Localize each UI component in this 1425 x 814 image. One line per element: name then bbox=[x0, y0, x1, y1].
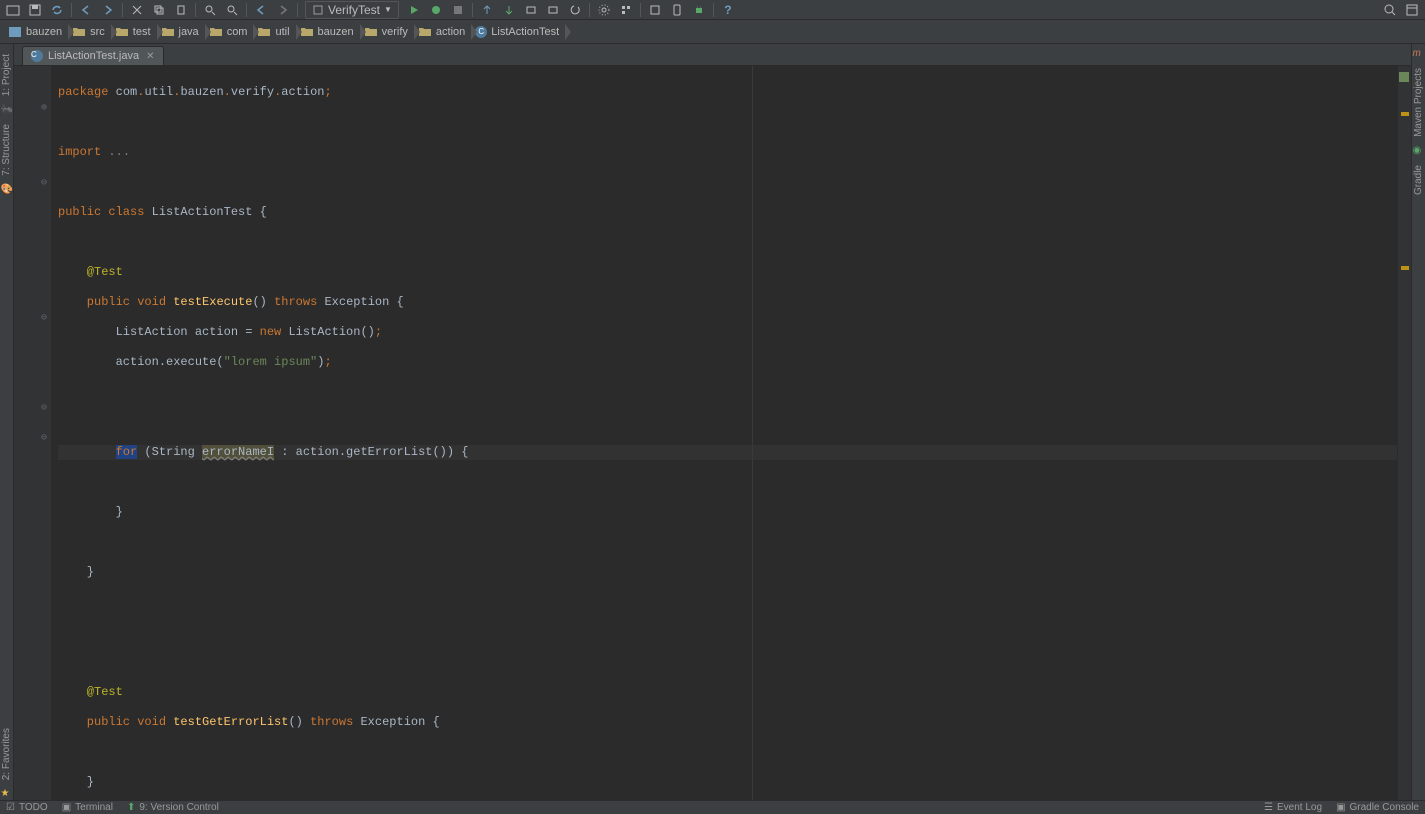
breadcrumb-item[interactable]: CListActionTest bbox=[471, 20, 565, 44]
chevron-down-icon: ▼ bbox=[384, 5, 392, 14]
eventlog-icon: ☰ bbox=[1264, 802, 1273, 813]
error-stripe[interactable] bbox=[1397, 66, 1411, 800]
terminal-tool-button[interactable]: ▣Terminal bbox=[62, 802, 113, 813]
class-icon: C bbox=[31, 50, 43, 62]
maven-tool-tab[interactable]: Maven Projects bbox=[1413, 62, 1424, 143]
layout-icon[interactable] bbox=[1401, 0, 1423, 20]
right-margin-line bbox=[752, 66, 753, 800]
forward-icon[interactable] bbox=[272, 0, 294, 20]
editor-tab[interactable]: C ListActionTest.java ✕ bbox=[22, 46, 164, 65]
ant-icon[interactable]: 🐜 bbox=[1, 104, 13, 116]
breadcrumb-label: src bbox=[90, 26, 105, 38]
debug-icon[interactable] bbox=[425, 0, 447, 20]
coverage-icon[interactable] bbox=[447, 0, 469, 20]
left-tool-strip: 1: Project 🐜 7: Structure 🎨 2: Favorites… bbox=[0, 44, 14, 800]
open-icon[interactable] bbox=[2, 0, 24, 20]
project-structure-icon[interactable] bbox=[615, 0, 637, 20]
warning-marker[interactable] bbox=[1401, 112, 1409, 116]
breadcrumb-item[interactable]: src bbox=[68, 20, 111, 44]
paste-icon[interactable] bbox=[170, 0, 192, 20]
search-everywhere-icon[interactable] bbox=[1379, 0, 1401, 20]
folder-icon bbox=[209, 25, 223, 39]
close-icon[interactable]: ✕ bbox=[146, 51, 154, 62]
copy-icon[interactable] bbox=[148, 0, 170, 20]
breadcrumb-item[interactable]: verify bbox=[360, 20, 414, 44]
breadcrumb-item[interactable]: bauzen bbox=[4, 20, 68, 44]
palette-icon[interactable]: 🎨 bbox=[1, 184, 13, 196]
folder-icon bbox=[115, 25, 129, 39]
gradle-tool-tab[interactable]: Gradle bbox=[1413, 159, 1424, 201]
android-icon[interactable] bbox=[688, 0, 710, 20]
gradle-console-icon: ▣ bbox=[1336, 802, 1345, 813]
breadcrumb-label: java bbox=[179, 26, 199, 38]
avd-icon[interactable] bbox=[666, 0, 688, 20]
breadcrumb-bar: bauzen src test java com util bauzen verify acti… bbox=[0, 20, 1425, 44]
gradle-console-button[interactable]: ▣Gradle Console bbox=[1336, 802, 1419, 813]
folder-icon bbox=[161, 25, 175, 39]
run-icon[interactable] bbox=[403, 0, 425, 20]
sdk-icon[interactable] bbox=[644, 0, 666, 20]
folder-icon bbox=[300, 25, 314, 39]
vcs-commit-icon[interactable] bbox=[498, 0, 520, 20]
structure-tool-tab[interactable]: 7: Structure bbox=[1, 118, 12, 182]
project-tool-tab[interactable]: 1: Project bbox=[1, 48, 12, 102]
todo-icon: ☑ bbox=[6, 802, 15, 813]
vcs-rollback-icon[interactable] bbox=[564, 0, 586, 20]
favorites-tool-tab[interactable]: 2: Favorites bbox=[1, 722, 12, 786]
module-icon bbox=[8, 25, 22, 39]
undo-icon[interactable] bbox=[75, 0, 97, 20]
vcs-update-icon[interactable] bbox=[476, 0, 498, 20]
tab-label: ListActionTest.java bbox=[48, 50, 139, 62]
folder-icon bbox=[364, 25, 378, 39]
run-config-selector[interactable]: VerifyTest ▼ bbox=[305, 1, 399, 19]
todo-tool-button[interactable]: ☑TODO bbox=[6, 802, 48, 813]
folder-icon bbox=[72, 25, 86, 39]
main-toolbar: VerifyTest ▼ ? bbox=[0, 0, 1425, 20]
vcs-history-icon[interactable] bbox=[520, 0, 542, 20]
folder-icon bbox=[418, 25, 432, 39]
breadcrumb-label: util bbox=[275, 26, 289, 38]
inspection-ok-icon bbox=[1399, 72, 1409, 82]
star-icon[interactable]: ★ bbox=[1, 788, 13, 800]
breadcrumb-label: bauzen bbox=[26, 26, 62, 38]
save-icon[interactable] bbox=[24, 0, 46, 20]
bottom-tool-bar: ☑TODO ▣Terminal ⬆9: Version Control ☰Eve… bbox=[0, 800, 1425, 814]
vcs-tool-button[interactable]: ⬆9: Version Control bbox=[127, 802, 219, 813]
breadcrumb-item[interactable]: util bbox=[253, 20, 295, 44]
breadcrumb-item[interactable]: action bbox=[414, 20, 471, 44]
breadcrumb-label: action bbox=[436, 26, 465, 38]
gutter: ⊕ ⊖ ⊖ ⊖ ⊖ bbox=[14, 66, 52, 800]
vcs-revert-icon[interactable] bbox=[542, 0, 564, 20]
find-icon[interactable] bbox=[199, 0, 221, 20]
gradle-icon[interactable]: ◉ bbox=[1413, 145, 1425, 157]
replace-icon[interactable] bbox=[221, 0, 243, 20]
breadcrumb-label: test bbox=[133, 26, 151, 38]
vcs-icon: ⬆ bbox=[127, 802, 135, 813]
code-editor[interactable]: ⊕ ⊖ ⊖ ⊖ ⊖ package com.util.bauzen.verify… bbox=[14, 66, 1411, 800]
cut-icon[interactable] bbox=[126, 0, 148, 20]
breadcrumb-label: verify bbox=[382, 26, 408, 38]
sync-icon[interactable] bbox=[46, 0, 68, 20]
breadcrumb-item[interactable]: com bbox=[205, 20, 254, 44]
help-icon[interactable]: ? bbox=[717, 0, 739, 20]
back-icon[interactable] bbox=[250, 0, 272, 20]
terminal-icon: ▣ bbox=[62, 802, 71, 813]
run-config-label: VerifyTest bbox=[328, 3, 380, 17]
breadcrumb-label: bauzen bbox=[318, 26, 354, 38]
warning-marker[interactable] bbox=[1401, 266, 1409, 270]
settings-icon[interactable] bbox=[593, 0, 615, 20]
breadcrumb-label: ListActionTest bbox=[491, 26, 559, 38]
editor-tabs: C ListActionTest.java ✕ bbox=[14, 44, 1411, 66]
breadcrumb-item[interactable]: bauzen bbox=[296, 20, 360, 44]
maven-icon[interactable]: m bbox=[1413, 48, 1425, 60]
breadcrumb-label: com bbox=[227, 26, 248, 38]
event-log-button[interactable]: ☰Event Log bbox=[1264, 802, 1322, 813]
redo-icon[interactable] bbox=[97, 0, 119, 20]
right-tool-strip: m Maven Projects ◉ Gradle bbox=[1411, 44, 1425, 800]
folder-icon bbox=[257, 25, 271, 39]
breadcrumb-item[interactable]: test bbox=[111, 20, 157, 44]
breadcrumb-item[interactable]: java bbox=[157, 20, 205, 44]
code-area[interactable]: package com.util.bauzen.verify.action; i… bbox=[52, 66, 1397, 800]
